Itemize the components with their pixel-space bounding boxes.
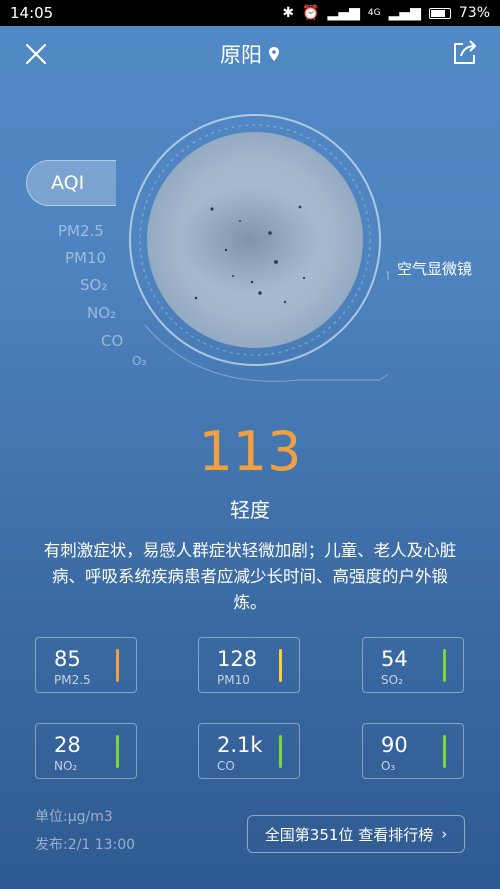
microscope-label[interactable]: 空气显微镜 — [397, 258, 472, 279]
aqi-level: 轻度 — [230, 498, 270, 522]
pollutant-pm25[interactable]: PM2.5 — [58, 222, 104, 240]
alarm-icon: ⏰ — [302, 5, 320, 21]
status-time: 14:05 — [10, 4, 54, 22]
card-label: SO₂ — [381, 673, 403, 687]
status-icons: ✱ ⏰ ▂▄▆ 4G ▂▄▆ 73% — [282, 5, 490, 21]
card-co[interactable]: 2.1k CO — [198, 723, 300, 779]
card-label: CO — [217, 759, 235, 773]
location-pin-icon — [269, 47, 279, 61]
close-icon[interactable] — [18, 36, 54, 72]
publish-time: 发布:2/1 13:00 — [35, 837, 136, 853]
microscope-view[interactable] — [0, 90, 500, 400]
battery-icon — [428, 7, 451, 19]
pollutant-o3[interactable]: O₃ — [132, 354, 146, 368]
card-pm25[interactable]: 85 PM2.5 — [35, 637, 137, 693]
signal-icon: ▂▄▆ — [327, 5, 360, 21]
pollutant-co[interactable]: CO — [101, 332, 123, 350]
ranking-label: 全国第351位 查看排行榜 — [264, 825, 434, 844]
city-name: 原阳 — [220, 43, 262, 67]
level-bar — [279, 735, 282, 768]
network-type: 4G — [367, 8, 381, 18]
battery-percent: 73% — [458, 5, 490, 21]
chevron-right-icon: › — [441, 825, 448, 843]
aqi-tab[interactable]: AQI — [26, 160, 116, 206]
card-o3[interactable]: 90 O₃ — [362, 723, 464, 779]
unit-text: 单位:μg/m3 — [35, 809, 113, 825]
level-bar — [443, 649, 446, 682]
bluetooth-icon: ✱ — [282, 5, 295, 21]
card-pm10[interactable]: 128 PM10 — [198, 637, 300, 693]
card-value: 85 — [54, 647, 81, 671]
card-label: O₃ — [381, 759, 396, 773]
card-value: 28 — [54, 733, 81, 757]
pollutant-pm10[interactable]: PM10 — [65, 249, 106, 267]
level-bar — [279, 649, 282, 682]
signal-icon-2: ▂▄▆ — [388, 5, 421, 21]
level-bar — [116, 649, 119, 682]
status-bar: 14:05 ✱ ⏰ ▂▄▆ 4G ▂▄▆ 73% — [0, 0, 500, 26]
card-value: 2.1k — [217, 733, 263, 757]
card-label: PM2.5 — [54, 673, 91, 687]
aqi-value: 113 — [198, 420, 302, 483]
card-label: NO₂ — [54, 759, 78, 773]
level-bar — [443, 735, 446, 768]
page-title[interactable]: 原阳 — [220, 39, 280, 69]
card-value: 90 — [381, 733, 408, 757]
pollutant-so2[interactable]: SO₂ — [80, 276, 107, 294]
card-label: PM10 — [217, 673, 250, 687]
card-value: 128 — [217, 647, 258, 671]
ranking-button[interactable]: 全国第351位 查看排行榜 › — [247, 815, 465, 853]
level-bar — [116, 735, 119, 768]
card-no2[interactable]: 28 NO₂ — [35, 723, 137, 779]
pollutant-no2[interactable]: NO₂ — [87, 304, 116, 322]
card-so2[interactable]: 54 SO₂ — [362, 637, 464, 693]
card-value: 54 — [381, 647, 408, 671]
health-advice: 有刺激症状，易感人群症状轻微加剧；儿童、老人及心脏病、呼吸系统疾病患者应减少长时… — [43, 541, 457, 612]
top-bar: 原阳 — [0, 26, 500, 82]
share-icon[interactable] — [450, 38, 480, 68]
